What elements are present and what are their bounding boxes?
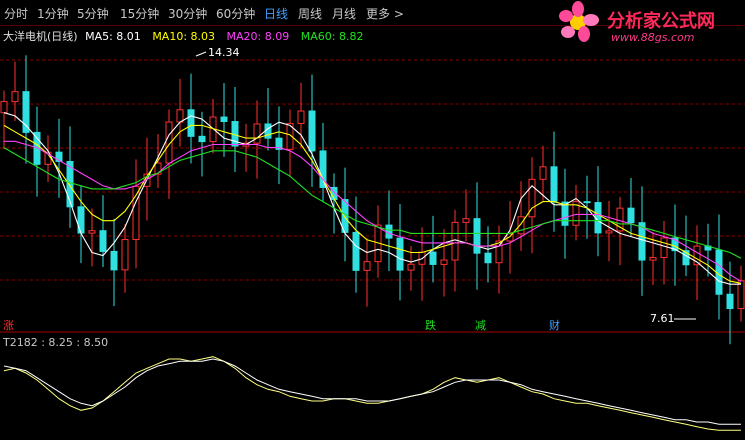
candle-body xyxy=(198,135,206,143)
event-marker-3: 财 xyxy=(549,318,560,332)
candle-body xyxy=(429,251,437,265)
candle-body xyxy=(495,240,503,264)
candle-body xyxy=(605,230,613,234)
candle-body xyxy=(88,230,96,234)
candle-body xyxy=(396,237,404,271)
candle-body xyxy=(220,116,228,123)
event-marker-1: 跌 xyxy=(425,318,436,332)
candle-body xyxy=(583,201,591,204)
candle-body xyxy=(297,110,305,124)
candle-body xyxy=(660,237,668,259)
candle-body xyxy=(473,218,481,254)
candle-body xyxy=(176,109,184,123)
candle-body xyxy=(11,91,19,103)
candle-body xyxy=(0,101,8,114)
candle-body xyxy=(121,239,129,271)
event-marker-0: 涨 xyxy=(3,319,14,332)
candle-body xyxy=(308,110,316,152)
candle-body xyxy=(550,166,558,203)
candle-body xyxy=(440,259,448,265)
kline-chart: 14.34 7.61 涨 跌 减 财 xyxy=(0,46,745,431)
low-annotation-label: 7.61 xyxy=(650,312,675,325)
candle-body xyxy=(726,293,734,310)
candle-body xyxy=(363,261,371,271)
candle-body xyxy=(77,206,85,234)
candle-body xyxy=(352,231,360,271)
candle-body xyxy=(99,230,107,252)
candle-body xyxy=(110,250,118,271)
candle-body xyxy=(253,123,261,144)
candle-body xyxy=(627,207,635,224)
candle-body xyxy=(737,280,745,310)
candle-body xyxy=(187,109,195,137)
candle-body xyxy=(451,221,459,261)
candle-body xyxy=(407,263,415,271)
high-annotation-label: 14.34 xyxy=(208,46,240,59)
candle-body xyxy=(484,252,492,264)
candle-body xyxy=(649,257,657,261)
event-marker-2: 减 xyxy=(475,319,486,332)
candle-body xyxy=(715,249,723,295)
candle-body xyxy=(539,166,547,180)
candle-body xyxy=(462,218,470,223)
candle-body xyxy=(561,201,569,226)
candle-body xyxy=(22,91,30,133)
high-annotation-pointer xyxy=(195,51,207,57)
